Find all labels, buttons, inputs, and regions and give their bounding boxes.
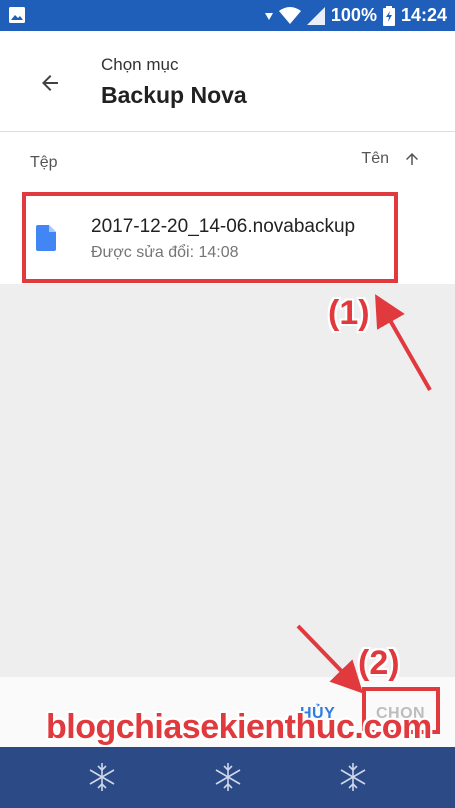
watermark-text: blogchiasekienthuc.com [46,708,432,746]
snowflake-icon [340,763,366,791]
snowflake-icon [215,763,241,791]
arrow-back-icon [42,75,58,91]
image-icon [9,7,25,23]
header-subtitle: Chọn mục [101,55,179,74]
arrow-up-icon [406,153,418,165]
cell-signal-icon [306,6,325,25]
empty-list-area [0,284,455,677]
wifi-icon [278,6,301,24]
bottom-bar [0,747,455,808]
battery-percent: 100% [330,5,377,25]
app-header: Chọn mục Backup Nova [0,31,455,131]
status-bar: 100% 14:24 [0,0,455,31]
column-name-label: Tên [361,150,389,167]
clock: 14:24 [400,5,447,25]
file-highlight-box [22,192,398,283]
snowflake-icon [89,763,115,791]
battery-charging-icon [382,5,395,26]
column-type-label: Tệp [30,154,58,171]
annotation-label-2: (2) [358,644,400,682]
annotation-label-1: (1) [328,294,370,332]
page-title: Backup Nova [101,82,247,108]
signal-down-icon [264,12,273,20]
back-button[interactable] [32,65,68,101]
column-header: Tệp Tên [0,132,455,192]
sort-by-name-button[interactable]: Tên [361,150,421,168]
